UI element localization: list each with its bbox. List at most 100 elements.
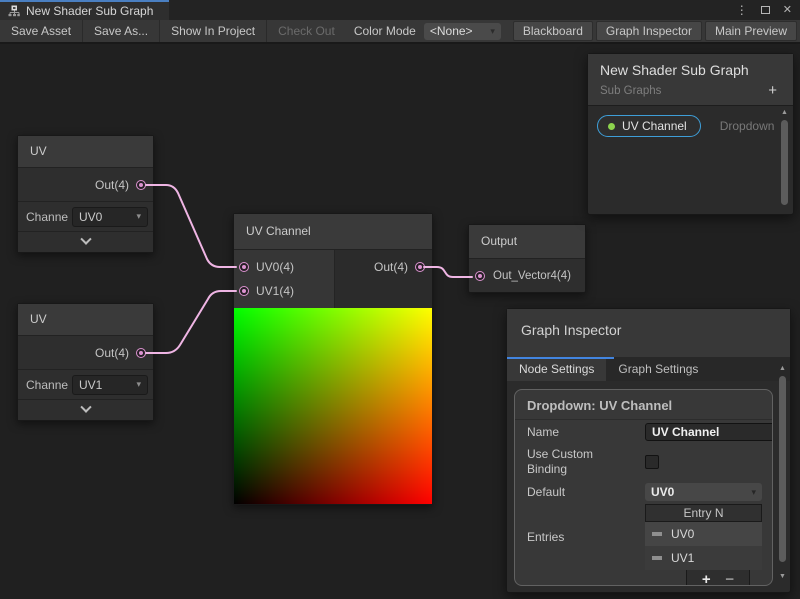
chevron-down-icon: ▾: [136, 211, 141, 222]
output-node[interactable]: Output Out_Vector4(4): [468, 224, 586, 293]
section-title: Dropdown: UV Channel: [515, 390, 772, 420]
shader-graph-icon: [8, 5, 20, 17]
save-asset-button[interactable]: Save Asset: [0, 20, 83, 42]
scrollbar-thumb[interactable]: [779, 376, 786, 562]
uv-gradient-preview: [234, 308, 432, 504]
node-title[interactable]: UV Channel: [234, 214, 432, 250]
blackboard-header: New Shader Sub Graph Sub Graphs +: [588, 54, 793, 106]
exposed-dot-icon: [608, 123, 615, 130]
scroll-up-icon[interactable]: ▲: [777, 365, 788, 372]
entry-row-uv1[interactable]: UV1: [645, 546, 762, 570]
output-ports: Out(4): [335, 250, 432, 308]
scroll-up-icon[interactable]: ▲: [779, 109, 790, 116]
entry-row-uv0[interactable]: UV0: [645, 522, 762, 546]
entries-label: Entries: [527, 530, 645, 545]
save-as-button[interactable]: Save As...: [83, 20, 160, 42]
blackboard-scrollbar[interactable]: ▲: [779, 106, 790, 213]
show-in-project-button[interactable]: Show In Project: [160, 20, 267, 42]
tab-node-settings[interactable]: Node Settings: [507, 357, 606, 381]
collapse-button[interactable]: [18, 232, 153, 252]
collapse-button[interactable]: [18, 400, 153, 420]
default-dropdown[interactable]: UV0 ▾: [645, 483, 762, 501]
out-port-label: Out(4): [374, 260, 408, 274]
name-input[interactable]: [645, 423, 773, 441]
blackboard-body: UV Channel Dropdown ▲: [588, 106, 793, 213]
channel-label: Channe: [26, 210, 70, 224]
use-custom-binding-label: Use Custom Binding: [527, 447, 617, 477]
inspector-tabs: Node Settings Graph Settings: [507, 357, 790, 381]
node-title[interactable]: Output: [469, 225, 585, 259]
output-port[interactable]: [415, 262, 425, 272]
graph-canvas[interactable]: UV Out(4) Channe UV0 ▾ UV Out(4): [0, 46, 800, 599]
uv-node-2[interactable]: UV Out(4) Channe UV1 ▾: [17, 303, 154, 421]
close-icon[interactable]: ✕: [783, 5, 792, 16]
main-preview-toggle-button[interactable]: Main Preview: [705, 21, 797, 41]
channel-label: Channe: [26, 378, 70, 392]
tab-new-shader-sub-graph[interactable]: New Shader Sub Graph: [0, 0, 169, 20]
name-label: Name: [527, 425, 645, 440]
entries-header: Entry N: [645, 504, 762, 522]
input-ports: UV0(4) UV1(4): [234, 250, 335, 308]
entry-value: UV0: [671, 527, 694, 541]
color-mode-value: <None>: [430, 24, 473, 38]
property-name: UV Channel: [622, 119, 687, 133]
input-port-label: Out_Vector4(4): [493, 270, 571, 282]
chevron-down-icon: ▾: [751, 487, 756, 498]
default-value: UV0: [651, 485, 674, 499]
graph-inspector-toggle-button[interactable]: Graph Inspector: [596, 21, 702, 41]
input-port-label: UV0(4): [256, 260, 294, 274]
blackboard-panel[interactable]: New Shader Sub Graph Sub Graphs + UV Cha…: [587, 53, 794, 215]
drag-handle-icon[interactable]: [652, 556, 662, 560]
remove-entry-button[interactable]: −: [725, 572, 734, 586]
channel-value: UV1: [79, 378, 102, 392]
scroll-down-icon[interactable]: ▼: [777, 573, 788, 580]
output-port[interactable]: [136, 348, 146, 358]
property-type: Dropdown: [720, 119, 775, 133]
node-title[interactable]: UV: [18, 136, 153, 168]
property-pill-uv-channel[interactable]: UV Channel: [597, 115, 701, 137]
drag-handle-icon[interactable]: [652, 532, 662, 536]
maximize-icon[interactable]: [761, 6, 770, 14]
tab-bar: New Shader Sub Graph ⋮ ✕: [0, 0, 800, 20]
input-port-label: UV1(4): [256, 284, 294, 298]
chevron-down-icon: [80, 402, 91, 413]
use-custom-binding-checkbox[interactable]: [645, 455, 659, 469]
default-label: Default: [527, 485, 645, 500]
check-out-button: Check Out: [267, 20, 346, 42]
color-mode-dropdown[interactable]: <None> ▾: [424, 23, 501, 40]
channel-dropdown[interactable]: UV1 ▾: [72, 375, 148, 395]
color-mode-label: Color Mode: [346, 24, 424, 38]
input-port-uv0[interactable]: [239, 262, 249, 272]
inspector-scrollbar[interactable]: ▲ ▼: [777, 365, 788, 588]
input-port-out-vector4[interactable]: [475, 271, 485, 281]
channel-value: UV0: [79, 210, 102, 224]
property-row: UV Channel Dropdown: [588, 106, 793, 137]
entry-value: UV1: [671, 551, 694, 565]
node-title[interactable]: UV: [18, 304, 153, 336]
shader-graph-window: New Shader Sub Graph ⋮ ✕ Save Asset Save…: [0, 0, 800, 599]
out-port-label: Out(4): [95, 178, 129, 192]
toolbar: Save Asset Save As... Show In Project Ch…: [0, 20, 800, 44]
uv-channel-node[interactable]: UV Channel UV0(4) UV1(4) Out(4): [233, 213, 433, 505]
entries-toolbar: + −: [686, 570, 750, 586]
wire-uv1: [146, 291, 236, 353]
chevron-down-icon: [80, 234, 91, 245]
blackboard-toggle-button[interactable]: Blackboard: [513, 21, 593, 41]
tab-title: New Shader Sub Graph: [26, 4, 153, 18]
menu-icon[interactable]: ⋮: [736, 4, 748, 16]
graph-inspector-panel[interactable]: Graph Inspector Node Settings Graph Sett…: [506, 308, 791, 593]
blackboard-subtitle: Sub Graphs: [600, 85, 661, 97]
node-settings-content: Dropdown: UV Channel Name Use Custom Bin…: [514, 389, 773, 586]
add-entry-button[interactable]: +: [702, 572, 711, 586]
uv-node-1[interactable]: UV Out(4) Channe UV0 ▾: [17, 135, 154, 253]
blackboard-title: New Shader Sub Graph: [600, 62, 783, 78]
input-port-uv1[interactable]: [239, 286, 249, 296]
channel-dropdown[interactable]: UV0 ▾: [72, 207, 148, 227]
scrollbar-thumb[interactable]: [781, 120, 788, 205]
window-controls: ⋮ ✕: [736, 0, 792, 20]
wire-uv0: [146, 185, 236, 267]
inspector-title: Graph Inspector: [507, 309, 790, 357]
tab-graph-settings[interactable]: Graph Settings: [606, 357, 710, 381]
add-property-button[interactable]: +: [768, 83, 783, 98]
output-port[interactable]: [136, 180, 146, 190]
